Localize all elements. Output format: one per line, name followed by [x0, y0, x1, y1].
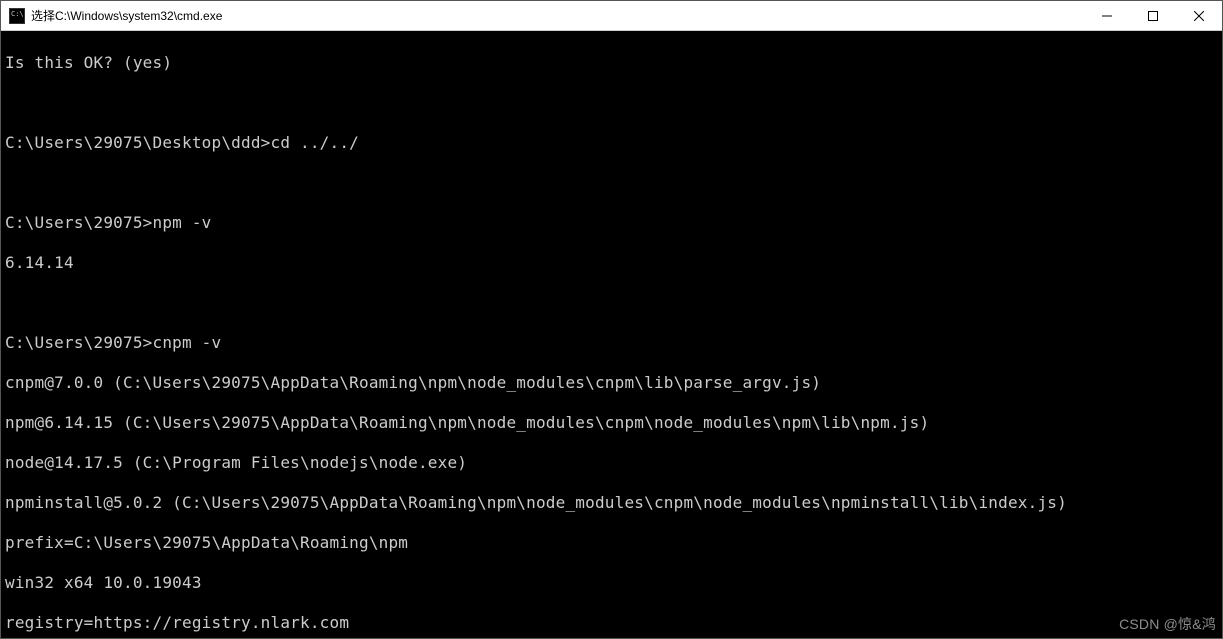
maximize-button[interactable]	[1130, 1, 1176, 30]
output-line: cnpm@7.0.0 (C:\Users\29075\AppData\Roami…	[5, 373, 1218, 393]
title-bar[interactable]: 选择C:\Windows\system32\cmd.exe	[1, 1, 1222, 31]
output-line: C:\Users\29075\Desktop\ddd>cd ../../	[5, 133, 1218, 153]
terminal-output[interactable]: Is this OK? (yes) C:\Users\29075\Desktop…	[1, 31, 1222, 638]
window-title: 选择C:\Windows\system32\cmd.exe	[31, 7, 1084, 24]
output-line	[5, 173, 1218, 193]
maximize-icon	[1148, 11, 1158, 21]
output-line: 6.14.14	[5, 253, 1218, 273]
output-line: Is this OK? (yes)	[5, 53, 1218, 73]
output-line: registry=https://registry.nlark.com	[5, 613, 1218, 633]
output-line: C:\Users\29075>npm -v	[5, 213, 1218, 233]
window-controls	[1084, 1, 1222, 30]
app-icon	[9, 8, 25, 24]
output-line: win32 x64 10.0.19043	[5, 573, 1218, 593]
watermark: CSDN @惊&鸿	[1119, 614, 1216, 634]
minimize-icon	[1102, 11, 1112, 21]
output-line: C:\Users\29075>cnpm -v	[5, 333, 1218, 353]
output-line: npminstall@5.0.2 (C:\Users\29075\AppData…	[5, 493, 1218, 513]
close-button[interactable]	[1176, 1, 1222, 30]
output-line	[5, 93, 1218, 113]
output-line: prefix=C:\Users\29075\AppData\Roaming\np…	[5, 533, 1218, 553]
output-line: node@14.17.5 (C:\Program Files\nodejs\no…	[5, 453, 1218, 473]
output-line: npm@6.14.15 (C:\Users\29075\AppData\Roam…	[5, 413, 1218, 433]
close-icon	[1194, 11, 1204, 21]
cmd-window: 选择C:\Windows\system32\cmd.exe Is this OK…	[0, 0, 1223, 639]
minimize-button[interactable]	[1084, 1, 1130, 30]
output-line	[5, 293, 1218, 313]
